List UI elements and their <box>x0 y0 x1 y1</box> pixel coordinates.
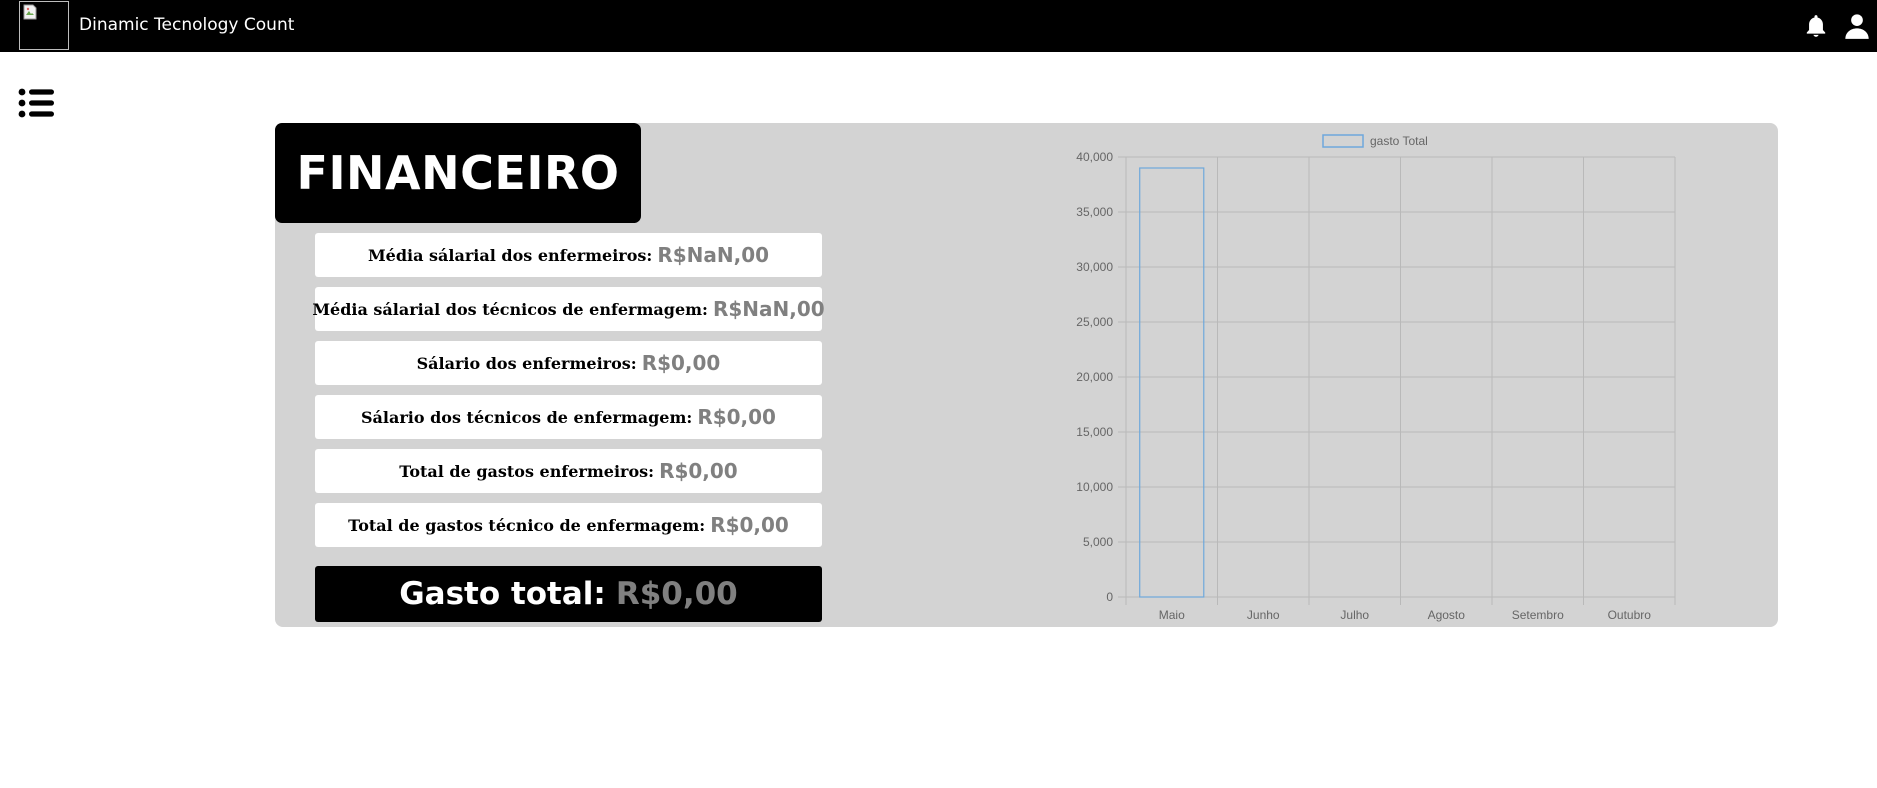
broken-image-icon <box>23 4 37 20</box>
x-tick-label: Junho <box>1247 608 1280 622</box>
stat-value: R$0,00 <box>659 459 738 483</box>
x-tick-label: Julho <box>1340 608 1369 622</box>
total-label: Gasto total: <box>399 576 606 612</box>
y-tick-label: 20,000 <box>1076 370 1113 384</box>
user-icon[interactable] <box>1843 12 1871 40</box>
stat-label: Sálario dos técnicos de enfermagem: <box>361 407 693 427</box>
app-title[interactable]: Dinamic Tecnology Count <box>79 15 294 35</box>
stat-value: R$0,00 <box>697 405 776 429</box>
expense-bar-chart: 0 5,000 10,000 15,000 20,000 25,000 30,000 35,0… <box>1076 134 1676 622</box>
y-tick-label: 35,000 <box>1076 205 1113 219</box>
y-tick-label: 15,000 <box>1076 425 1113 439</box>
x-tick-label: Setembro <box>1512 608 1564 622</box>
y-tick-label: 5,000 <box>1083 535 1113 549</box>
finance-title-box: FINANCEIRO <box>275 123 641 223</box>
y-tick-label: 0 <box>1106 590 1113 604</box>
logo-image[interactable] <box>19 1 69 50</box>
stat-label: Total de gastos enfermeiros: <box>399 461 655 481</box>
legend-swatch <box>1322 134 1364 148</box>
stat-card-nurse-salary: Sálario dos enfermeiros: R$0,00 <box>315 341 822 385</box>
stat-value: R$0,00 <box>710 513 789 537</box>
stat-label: Sálario dos enfermeiros: <box>416 353 637 373</box>
total-value: R$0,00 <box>615 576 738 612</box>
list-menu-icon[interactable] <box>18 88 54 118</box>
stat-card-avg-nurse-salary: Média sálarial dos enfermeiros: R$NaN,00 <box>315 233 822 277</box>
top-navbar: Dinamic Tecnology Count <box>0 0 1877 52</box>
y-tick-label: 30,000 <box>1076 260 1113 274</box>
x-tick-label: Maio <box>1159 608 1185 622</box>
stat-card-technician-total-expenses: Total de gastos técnico de enfermagem: R… <box>315 503 822 547</box>
total-expense-card: Gasto total: R$0,00 <box>315 566 822 622</box>
stat-value: R$NaN,00 <box>657 243 770 267</box>
y-tick-label: 25,000 <box>1076 315 1113 329</box>
x-tick-label: Agosto <box>1428 608 1466 622</box>
y-tick-label: 10,000 <box>1076 480 1113 494</box>
stat-card-technician-salary: Sálario dos técnicos de enfermagem: R$0,… <box>315 395 822 439</box>
stat-label: Média sálarial dos técnicos de enfermage… <box>312 299 708 319</box>
stat-value: R$0,00 <box>641 351 721 375</box>
x-tick-label: Outubro <box>1608 608 1652 622</box>
bell-icon[interactable] <box>1803 13 1829 39</box>
bar-maio <box>1139 167 1205 598</box>
y-tick-label: 40,000 <box>1076 150 1113 164</box>
stat-label: Média sálarial dos enfermeiros: <box>367 245 653 265</box>
page-title: FINANCEIRO <box>296 146 620 200</box>
stat-card-avg-technician-salary: Média sálarial dos técnicos de enfermage… <box>312 287 825 331</box>
stat-value: R$NaN,00 <box>712 297 825 321</box>
legend-label: gasto Total <box>1370 134 1428 148</box>
stat-label: Total de gastos técnico de enfermagem: <box>348 515 706 535</box>
stat-card-nurse-total-expenses: Total de gastos enfermeiros: R$0,00 <box>315 449 822 493</box>
